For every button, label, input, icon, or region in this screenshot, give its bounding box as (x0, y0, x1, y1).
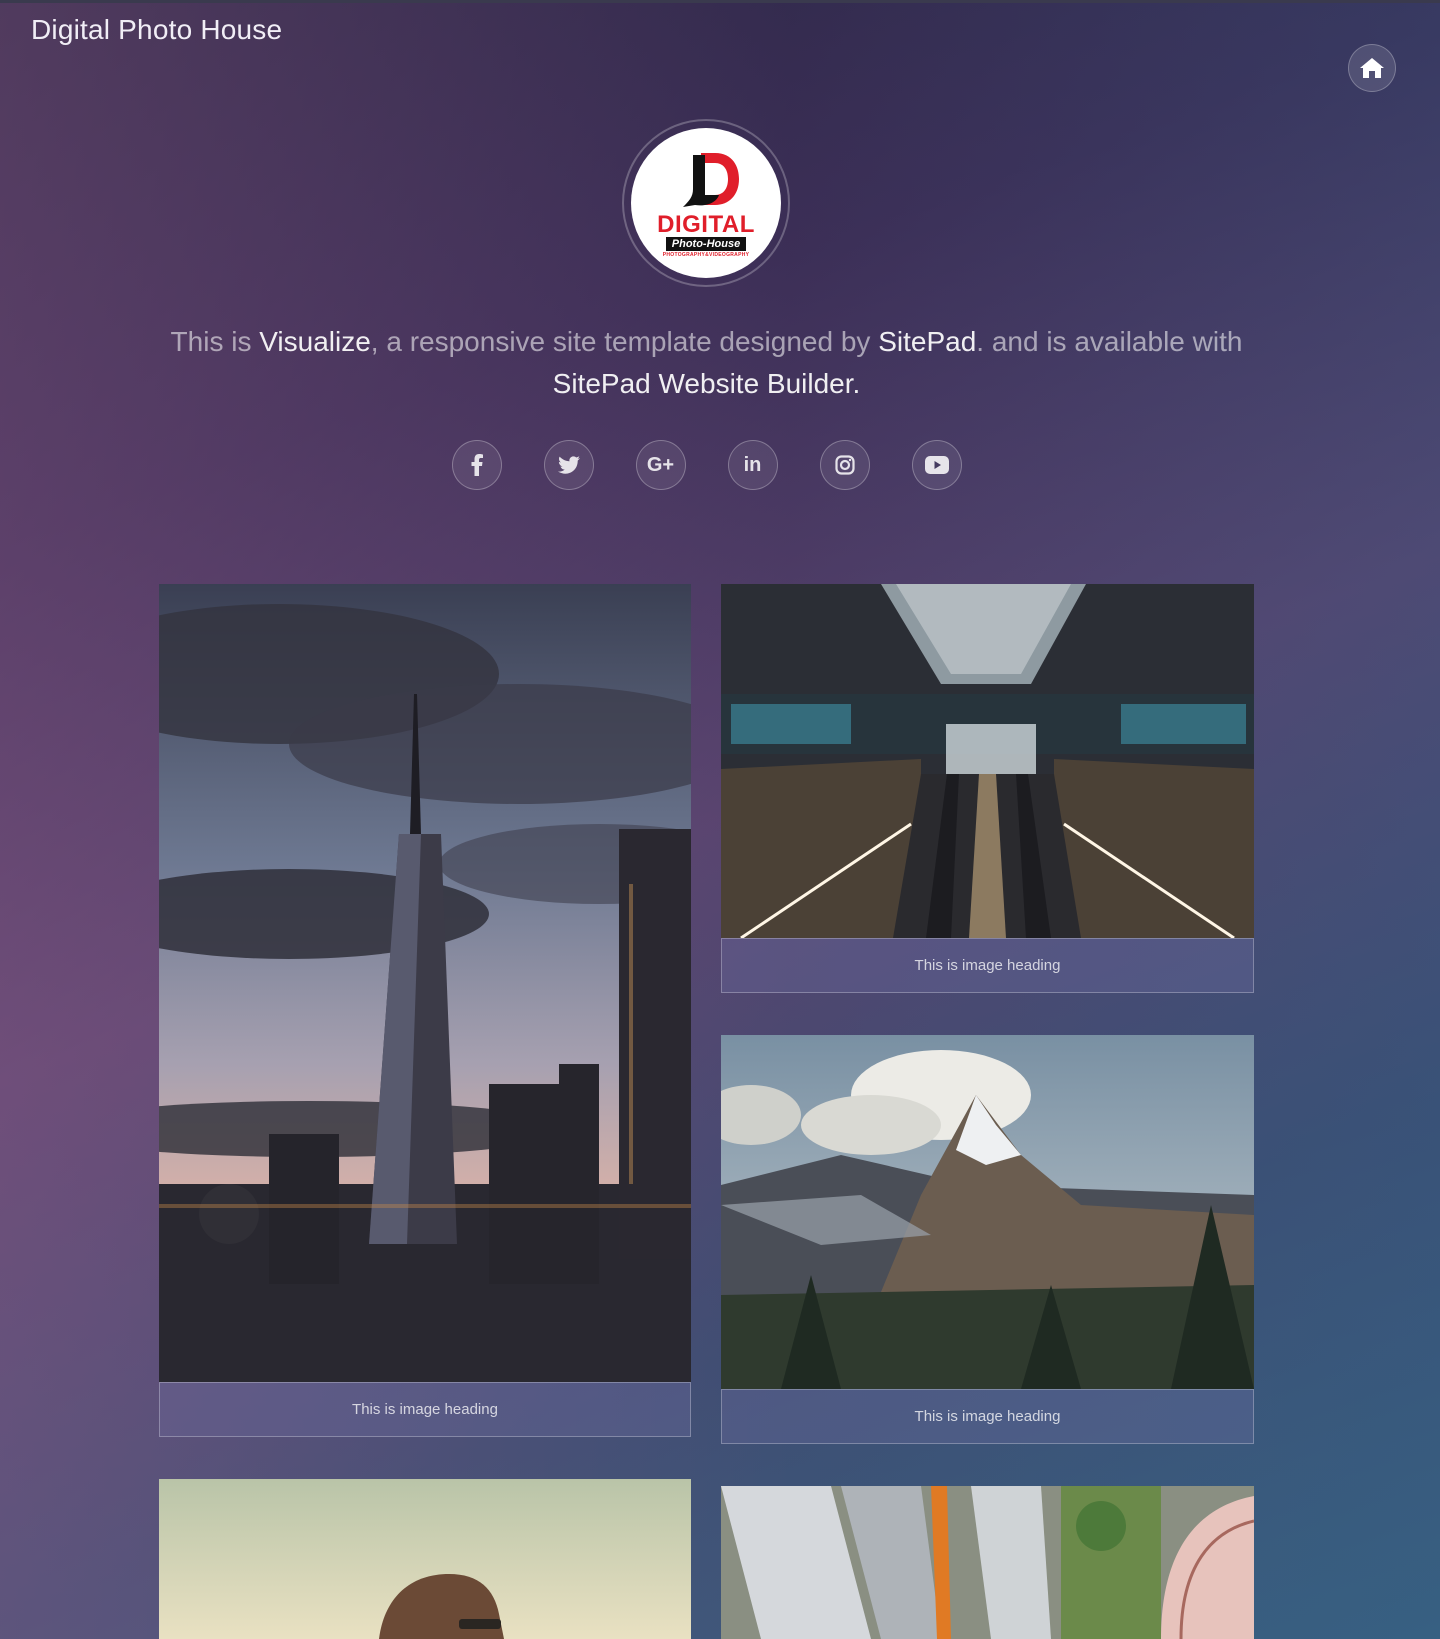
gallery-card[interactable] (159, 1479, 691, 1639)
gallery-image-mountain[interactable] (721, 1035, 1254, 1389)
home-icon (1359, 57, 1385, 79)
logo-ring: DIGITAL Photo-House PHOTOGRAPHY&VIDEOGRA… (622, 119, 790, 287)
top-border (0, 0, 1440, 3)
social-links: G+ in (0, 440, 1413, 490)
google-plus-button[interactable]: G+ (635, 440, 686, 490)
intro-part: This is (170, 326, 260, 357)
facebook-icon (471, 454, 483, 476)
instagram-button[interactable] (819, 440, 870, 490)
gallery-image-portrait[interactable] (159, 1479, 691, 1639)
logo: DIGITAL Photo-House PHOTOGRAPHY&VIDEOGRA… (631, 128, 781, 278)
site-title[interactable]: Digital Photo House (31, 14, 282, 46)
facebook-button[interactable] (451, 440, 502, 490)
youtube-button[interactable] (911, 440, 962, 490)
intro-text: This is Visualize, a responsive site tem… (170, 321, 1243, 405)
gallery-card[interactable]: This is image heading (721, 1035, 1254, 1444)
logo-mark (671, 149, 741, 213)
intro-part: . (852, 368, 861, 399)
gallery-card[interactable] (721, 1486, 1254, 1639)
home-button[interactable] (1348, 44, 1396, 92)
sitepad-builder-link[interactable]: SitePad Website Builder (553, 368, 853, 399)
instagram-icon (834, 455, 855, 475)
image-caption: This is image heading (159, 1382, 691, 1437)
gallery-image-buildings[interactable] (721, 1486, 1254, 1639)
google-plus-icon: G+ (646, 453, 675, 476)
gallery-card[interactable]: This is image heading (721, 584, 1254, 993)
visualize-link[interactable]: Visualize (259, 326, 371, 357)
image-caption: This is image heading (721, 938, 1254, 993)
logo-tagline: PHOTOGRAPHY&VIDEOGRAPHY (662, 251, 750, 258)
linkedin-button[interactable]: in (727, 440, 778, 490)
gallery-card[interactable]: This is image heading (159, 584, 691, 1437)
youtube-icon (924, 456, 949, 474)
gallery-image-city-tower[interactable] (159, 584, 691, 1382)
linkedin-icon: in (743, 453, 762, 476)
twitter-button[interactable] (543, 440, 594, 490)
twitter-icon (557, 456, 580, 474)
sitepad-link[interactable]: SitePad (878, 326, 976, 357)
gallery-image-escalator[interactable] (721, 584, 1254, 938)
logo-wordmark: DIGITAL (657, 210, 755, 238)
image-caption: This is image heading (721, 1389, 1254, 1444)
logo-subtitle: Photo-House (665, 236, 747, 251)
intro-part: . and is available with (976, 326, 1243, 357)
intro-part: , a responsive site template designed by (370, 326, 879, 357)
